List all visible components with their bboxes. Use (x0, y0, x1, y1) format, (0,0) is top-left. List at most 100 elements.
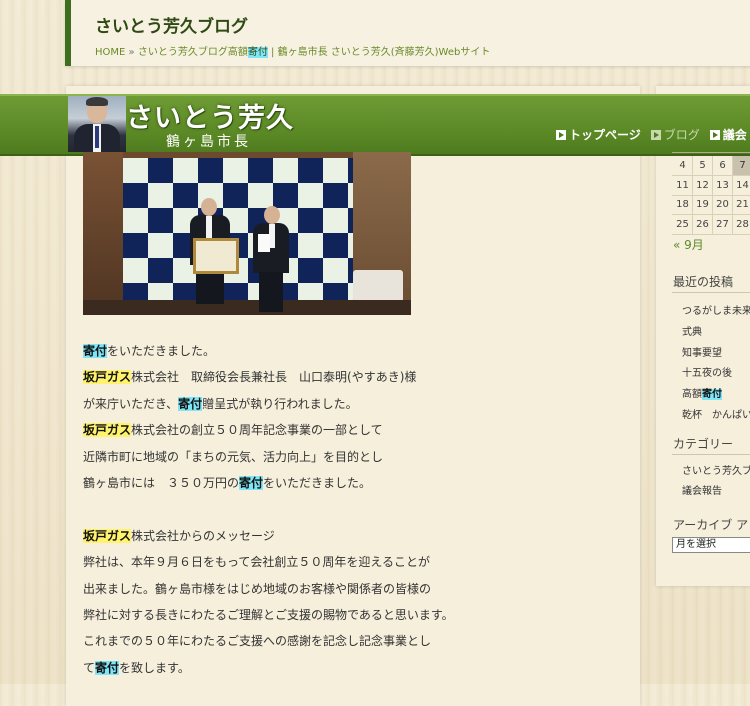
category-link[interactable]: 議会報告 (682, 482, 722, 497)
calendar-day[interactable]: 27 (713, 214, 733, 234)
nav-item-label: ブログ (663, 128, 700, 142)
article-text: 出来ました。鶴ヶ島市様をはじめ地域のお客様や関係者の皆様の (83, 581, 432, 596)
highlighted-keyword: 坂戸ガス (83, 528, 132, 543)
article-line: 坂戸ガス株式会社の創立５０周年記念事業の一部として (83, 420, 383, 440)
person-figure (253, 206, 289, 312)
breadcrumb-current-highlight: 寄付 (247, 47, 268, 58)
calendar-day[interactable]: 26 (693, 214, 713, 234)
nav-item-council[interactable]: 議会 (709, 126, 747, 143)
site-title[interactable]: さいとう芳久ブログ (95, 12, 248, 37)
article-text: 近隣市町に地域の「まちの元気、活力向上」を目的とし (83, 449, 384, 464)
recent-post-link[interactable]: 十五夜の後 (682, 364, 732, 379)
nav-item-label: 議会 (722, 128, 747, 142)
article-line: 寄付をいただきました。 (83, 341, 215, 361)
highlighted-keyword: 寄付 (702, 389, 722, 401)
categories-rule (672, 454, 750, 455)
donation-envelope (258, 234, 270, 252)
arrow-right-icon (556, 129, 566, 140)
banner-name[interactable]: さいとう芳久 (126, 96, 294, 135)
calendar-day[interactable]: 19 (693, 195, 713, 214)
article-text: が来庁いただき、 (83, 396, 179, 411)
breadcrumb-current-prefix: さいとう芳久ブログ高額 (137, 47, 248, 58)
calendar-day[interactable]: 21 (733, 195, 750, 214)
highlighted-keyword: 寄付 (95, 660, 120, 675)
calendar-day[interactable]: 14 (733, 176, 750, 195)
calendar-day[interactable]: 6 (713, 156, 733, 175)
article-text: をいただきました。 (263, 476, 372, 490)
calendar-day[interactable]: 11 (673, 175, 693, 195)
calendar-week-row: 25 26 27 28 (673, 214, 750, 234)
calendar-week-row: 11 12 13 14 (673, 175, 750, 195)
certificate (193, 238, 239, 274)
recent-post-link[interactable]: つるがしま未来 (682, 302, 750, 317)
calendar-week-row: 18 19 20 21 (673, 195, 750, 214)
recent-post-link[interactable]: 乾杯 かんぱい (682, 406, 750, 421)
article-text: これまでの５０年にわたるご支援への感謝を記念し記念事業とし (83, 634, 432, 649)
highlighted-keyword: 坂戸ガス (83, 423, 132, 438)
nav-item-blog[interactable]: ブログ (650, 126, 700, 143)
recent-post-link[interactable]: 高額寄付 (682, 385, 722, 401)
highlighted-keyword: 寄付 (239, 476, 264, 490)
nav-item-top[interactable]: トップページ (556, 126, 641, 143)
archive-heading: アーカイブ ア (673, 518, 749, 532)
article-line: 弊社に対する長きにわたるご理解とご支援の賜物であると思います。 (83, 605, 454, 625)
article-text: 株式会社の創立５０周年記念事業の一部として (131, 423, 383, 438)
calendar-day[interactable]: 18 (673, 195, 693, 214)
highlighted-keyword: 寄付 (178, 396, 203, 411)
calendar-day[interactable]: 12 (693, 175, 713, 195)
calendar-day[interactable]: 4 (673, 156, 693, 175)
recent-post-link[interactable]: 知事要望 (682, 344, 722, 359)
article-text: 贈呈式が執り行われました。 (202, 396, 358, 411)
article-line: 出来ました。鶴ヶ島市様をはじめ地域のお客様や関係者の皆様の (83, 579, 431, 599)
article-line: が来庁いただき、寄付贈呈式が執り行われました。 (83, 394, 358, 414)
calendar-day[interactable]: 13 (713, 175, 733, 195)
article-line: 坂戸ガス株式会社 取締役会長兼社長 山口泰明(やすあき)様 (83, 367, 416, 387)
category-link[interactable]: さいとう芳久ブ (682, 462, 750, 477)
categories-heading: カテゴリー (673, 437, 734, 451)
article-line: 近隣市町に地域の「まちの元気、活力向上」を目的とし (83, 447, 383, 467)
calendar-day[interactable]: 20 (713, 195, 733, 214)
main-nav: トップページ ブログ 議会 (556, 126, 747, 143)
archive-select-value: 月を選択 (676, 539, 716, 550)
article-text: を致します。 (119, 660, 190, 675)
recent-post-text: 知事要望 (682, 347, 722, 359)
highlighted-keyword: 寄付 (83, 344, 108, 358)
breadcrumb-separator: » (128, 47, 135, 58)
archive-month-select[interactable]: 月を選択 ▾ (672, 537, 750, 553)
article-text: 株式会社からのメッセージ (131, 528, 275, 543)
nav-item-label: トップページ (569, 128, 641, 142)
article-text: て (83, 660, 96, 675)
calendar-week-row: 4567 (673, 156, 750, 175)
recent-post-text: 乾杯 かんぱい (682, 410, 750, 421)
breadcrumb: HOME » さいとう芳久ブログ高額寄付 | 鶴ヶ島市長 さいとう芳久(斉藤芳久… (95, 43, 490, 58)
arrow-right-icon (709, 129, 720, 140)
recent-posts-heading: 最近の投稿 (673, 275, 734, 289)
breadcrumb-home-link[interactable]: HOME (95, 47, 125, 58)
calendar-divider (672, 233, 750, 235)
calendar-prev-month-link[interactable]: « 9月 (673, 236, 704, 253)
banner-subtitle: 鶴ヶ島市長 (166, 134, 251, 150)
site-header: さいとう芳久ブログ HOME » さいとう芳久ブログ高額寄付 | 鶴ヶ島市長 さ… (65, 0, 750, 66)
article-line: 弊社は、本年９月６日をもって会社創立５０周年を迎えることが (83, 552, 430, 572)
breadcrumb-current-suffix: | 鶴ヶ島市長 さいとう芳久(斉藤芳久)Webサイト (267, 47, 491, 58)
article-line: これまでの５０年にわたるご支援への感謝を記念し記念事業とし (83, 631, 431, 651)
calendar-day[interactable]: 25 (673, 214, 693, 234)
arrow-right-icon (650, 129, 661, 140)
article-text: 弊社に対する長きにわたるご理解とご支援の賜物であると思います。 (83, 608, 454, 622)
recent-post-text: 式典 (682, 326, 702, 338)
recent-post-text: 十五夜の後 (682, 368, 732, 380)
article-text: をいただきました。 (107, 344, 216, 358)
recent-post-link[interactable]: 式典 (682, 323, 702, 338)
calendar-day[interactable]: 5 (693, 156, 713, 175)
article-text: 弊社は、本年９月６日をもって会社創立５０周年を迎えることが (83, 555, 431, 570)
article-line: 坂戸ガス株式会社からのメッセージ (83, 526, 275, 546)
mayor-portrait (68, 96, 126, 152)
donation-ceremony-photo (83, 152, 411, 315)
article-text: 鶴ヶ島市には ３５０万円の (83, 476, 240, 490)
calendar-top-border (672, 152, 750, 153)
article-line: 鶴ヶ島市には ３５０万円の寄付をいただきました。 (83, 473, 371, 493)
article-line: て寄付を致します。 (83, 658, 190, 678)
calendar-day[interactable]: 7 (733, 156, 750, 175)
calendar-day[interactable]: 28 (733, 215, 750, 234)
recent-post-text: つるがしま未来 (682, 306, 750, 317)
